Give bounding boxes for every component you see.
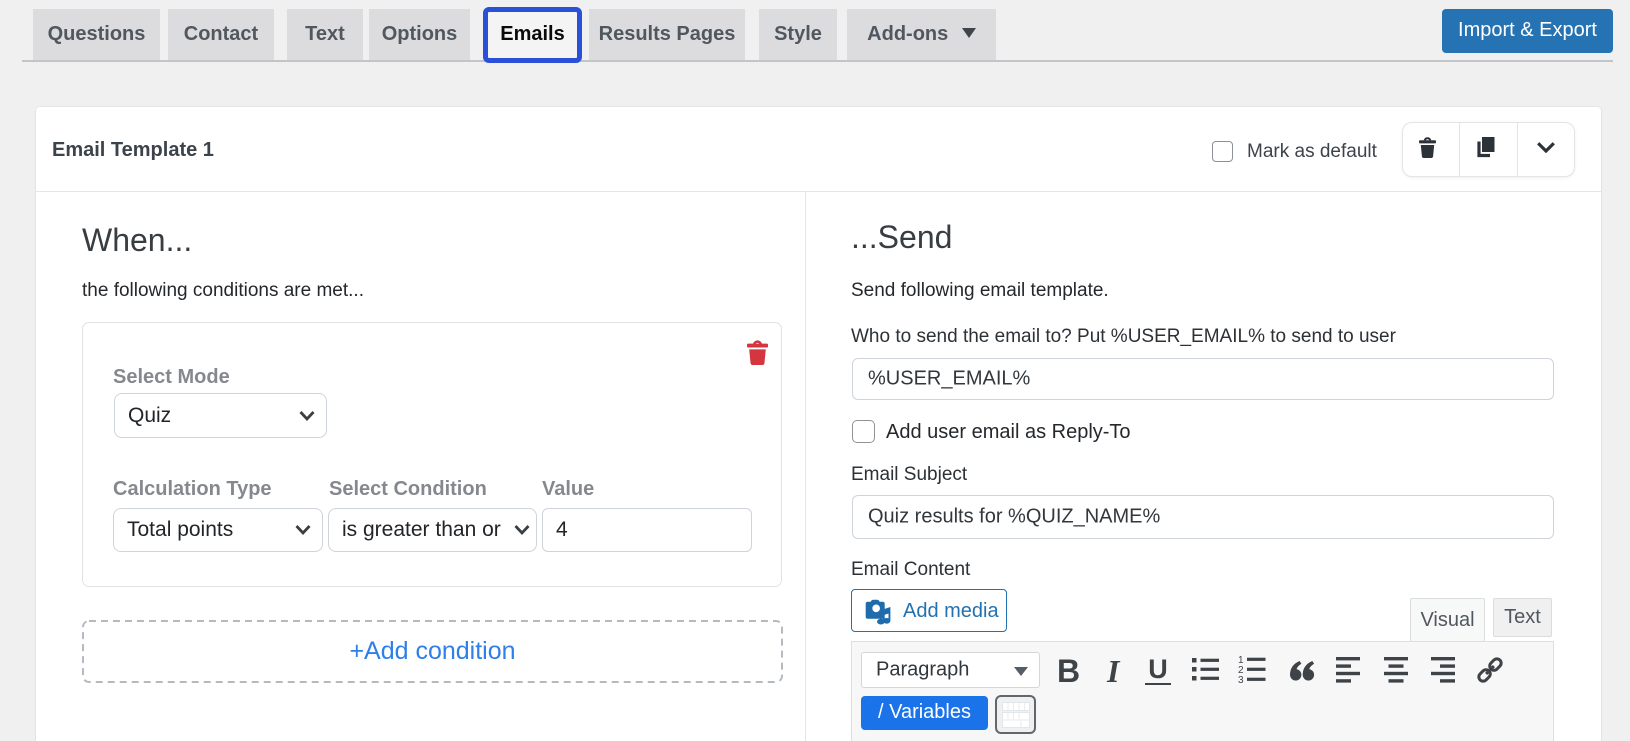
svg-text:3: 3 [1238, 675, 1244, 683]
